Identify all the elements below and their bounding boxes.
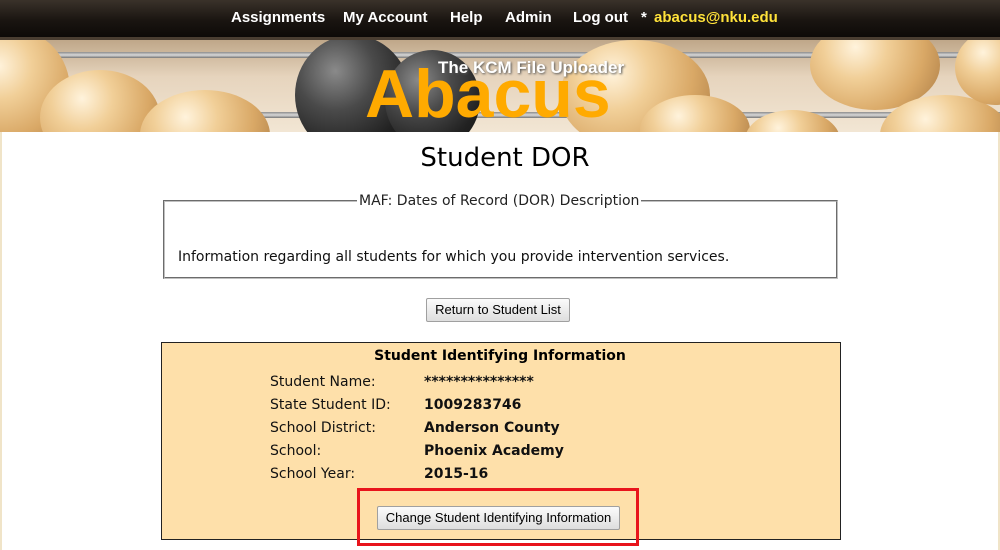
student-name-label: Student Name: (270, 374, 376, 390)
school-district-label: School District: (270, 420, 376, 436)
banner-subtitle: The KCM File Uploader (438, 58, 625, 77)
top-nav-bar: Assignments My Account Help Admin Log ou… (0, 0, 1000, 40)
school-label: School: (270, 443, 322, 459)
header-banner: Abacus The KCM File Uploader (0, 40, 1000, 132)
student-name-value: *************** (424, 374, 534, 390)
nav-assignments-link[interactable]: Assignments (231, 9, 325, 26)
nav-admin-link[interactable]: Admin (505, 9, 552, 26)
page-title: Student DOR (420, 143, 590, 173)
nav-user-email[interactable]: abacus@nku.edu (654, 9, 778, 26)
abacus-bead-image (955, 40, 1000, 105)
state-student-id-label: State Student ID: (270, 397, 391, 413)
school-year-label: School Year: (270, 466, 356, 482)
highlight-box (357, 488, 639, 546)
nav-help-link[interactable]: Help (450, 9, 483, 26)
return-to-student-list-button[interactable]: Return to Student List (426, 298, 570, 322)
student-info-title: Student Identifying Information (374, 348, 626, 364)
nav-logout-link[interactable]: Log out (573, 9, 628, 26)
nav-user-marker: * (641, 9, 647, 26)
description-text: Information regarding all students for w… (178, 249, 730, 265)
state-student-id-value: 1009283746 (424, 397, 522, 413)
nav-my-account-link[interactable]: My Account (343, 9, 427, 26)
description-legend: MAF: Dates of Record (DOR) Description (359, 193, 640, 209)
school-year-value: 2015-16 (424, 466, 489, 482)
school-value: Phoenix Academy (424, 443, 564, 459)
page-border-left (0, 132, 2, 550)
abacus-bead-image (140, 90, 270, 132)
school-district-value: Anderson County (424, 420, 560, 436)
description-fieldset: MAF: Dates of Record (DOR) Description I… (163, 193, 838, 279)
